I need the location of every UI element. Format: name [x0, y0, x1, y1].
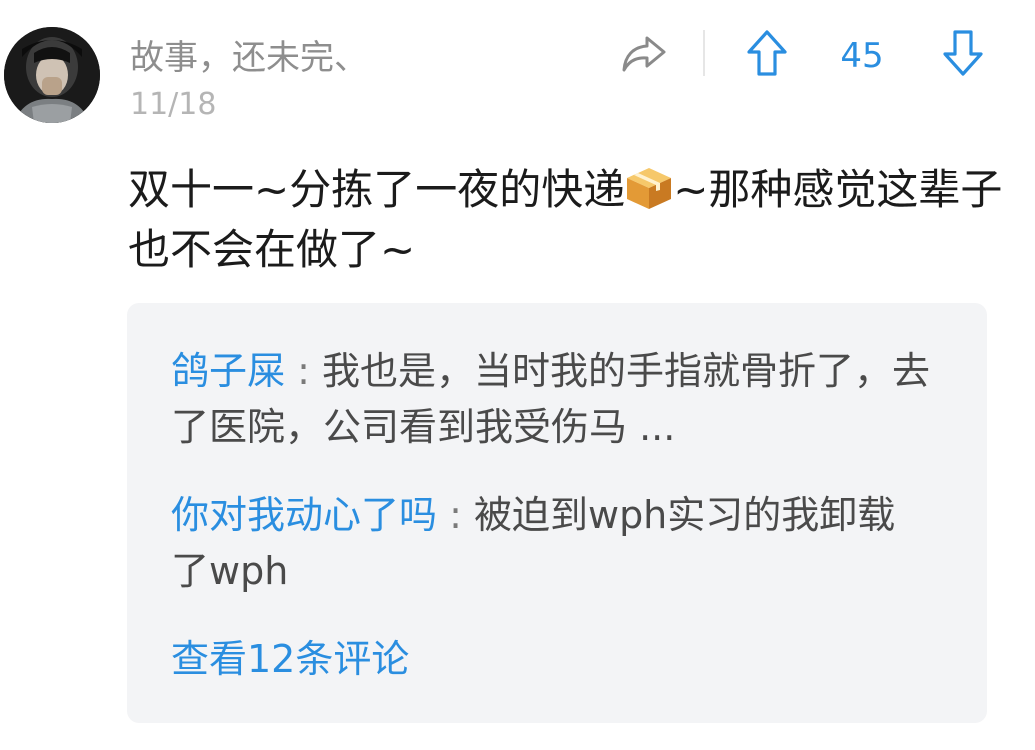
upvote-button[interactable]: [742, 26, 792, 80]
action-divider: [703, 30, 705, 76]
share-button[interactable]: [618, 28, 670, 80]
comment-separator: :: [437, 493, 474, 537]
post-date: 11/18: [130, 87, 217, 122]
comment-author[interactable]: 鸽子屎: [171, 349, 285, 393]
arrow-up-icon: [747, 30, 787, 76]
share-icon: [622, 36, 666, 72]
comment-separator: :: [285, 349, 322, 393]
comment-preview-box[interactable]: 鸽子屎 : 我也是，当时我的手指就骨折了，去了医院，公司看到我受伤马 ... 你…: [127, 303, 987, 723]
arrow-down-icon: [943, 30, 983, 76]
avatar[interactable]: [4, 27, 100, 123]
vote-count: 45: [840, 36, 884, 76]
package-emoji-icon: [625, 166, 673, 210]
view-all-comments-link[interactable]: 查看12条评论: [171, 631, 409, 687]
comment-author[interactable]: 你对我动心了吗: [171, 493, 437, 537]
comment-item[interactable]: 鸽子屎 : 我也是，当时我的手指就骨折了，去了医院，公司看到我受伤马 ...: [171, 343, 931, 455]
avatar-image: [4, 27, 100, 123]
post-text-part1: 双十一~分拣了一夜的快递: [128, 165, 626, 214]
username[interactable]: 故事，还未完、: [130, 36, 368, 80]
post-text: 双十一~分拣了一夜的快递 ~那种感觉这辈子也不会在做了~: [128, 160, 1008, 280]
comment-item[interactable]: 你对我动心了吗 : 被迫到wph实习的我卸载了wph: [171, 487, 931, 599]
downvote-button[interactable]: [938, 26, 988, 80]
